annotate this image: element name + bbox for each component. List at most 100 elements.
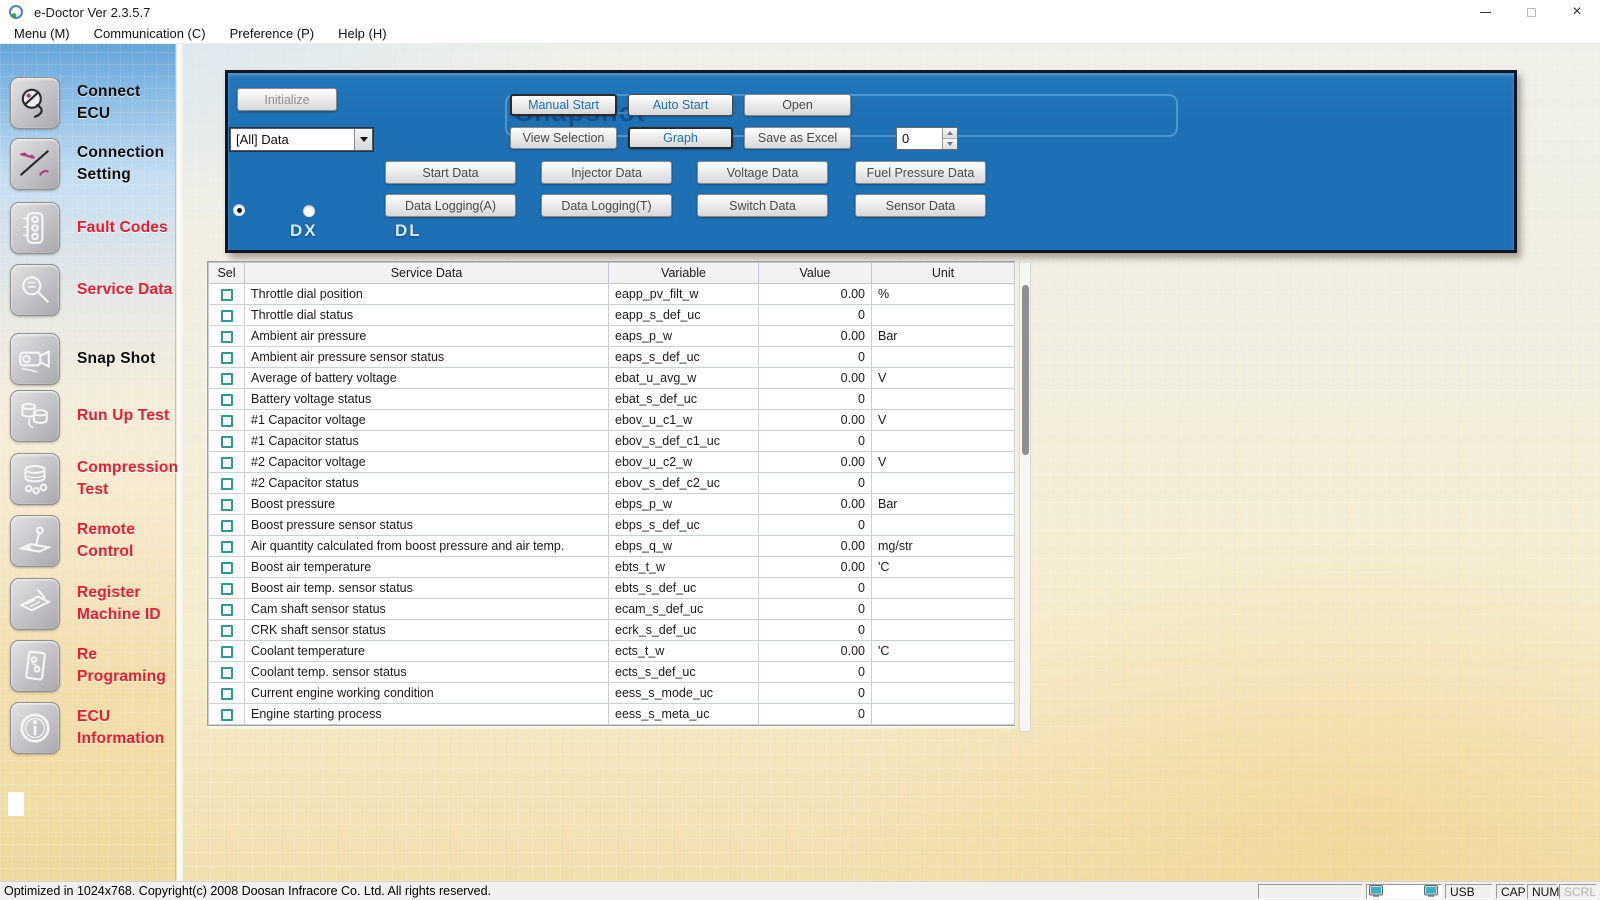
spinner-down-button[interactable] (943, 139, 957, 149)
variable-cell: eapp_pv_filt_w (609, 284, 759, 305)
sidebar-item-register-machine-id[interactable]: RegisterMachine ID (10, 577, 175, 631)
dl-radio-button[interactable] (303, 205, 315, 217)
row-select-checkbox[interactable] (221, 310, 233, 322)
menu-item-help[interactable]: Help (H) (326, 24, 398, 44)
sidebar-item-service-data[interactable]: Service Data (10, 263, 175, 317)
sidebar-item-fault-codes[interactable]: Fault Codes (10, 201, 175, 255)
window-controls: × (1462, 0, 1600, 24)
row-select-checkbox[interactable] (221, 352, 233, 364)
unit-cell: Bar (872, 326, 1015, 347)
auto-start-button[interactable]: Auto Start (628, 94, 733, 116)
data-select-combobox[interactable]: [All] Data (230, 128, 373, 151)
data-logging-a-button[interactable]: Data Logging(A) (385, 194, 516, 217)
graph-button[interactable]: Graph (628, 127, 733, 149)
table-row: Boost pressure sensor status ebps_s_def_… (209, 515, 1015, 536)
row-select-checkbox[interactable] (221, 373, 233, 385)
scrollbar-thumb[interactable] (1022, 285, 1029, 455)
variable-cell: ebov_s_def_c2_uc (609, 473, 759, 494)
close-button[interactable]: × (1554, 0, 1600, 24)
sidebar-item-ecu-information[interactable]: ECUInformation (10, 701, 175, 755)
row-select-checkbox[interactable] (221, 667, 233, 679)
service-data-name-cell: #2 Capacitor status (245, 473, 609, 494)
row-select-checkbox[interactable] (221, 583, 233, 595)
injector-data-button[interactable]: Injector Data (541, 161, 672, 184)
row-select-checkbox[interactable] (221, 541, 233, 553)
maximize-button[interactable] (1508, 0, 1554, 24)
ecu-information-icon[interactable] (10, 702, 60, 754)
unit-cell (872, 515, 1015, 536)
service-data-name-cell: #1 Capacitor status (245, 431, 609, 452)
combo-dropdown-button[interactable] (354, 129, 372, 150)
workspace: ConnectECU ConnectionSetting Fault Codes… (0, 44, 1600, 881)
menu-item-menu[interactable]: Menu (M) (2, 24, 82, 44)
row-select-checkbox[interactable] (221, 415, 233, 427)
sidebar-item-remote-control[interactable]: RemoteControl (10, 514, 175, 568)
menu-item-preference[interactable]: Preference (P) (218, 24, 327, 44)
connect-ecu-icon[interactable] (10, 77, 60, 129)
sidebar-item-snap-shot[interactable]: Snap Shot (10, 332, 175, 386)
row-select-checkbox[interactable] (221, 394, 233, 406)
row-select-checkbox[interactable] (221, 499, 233, 511)
row-select-checkbox[interactable] (221, 478, 233, 490)
table-row: Battery voltage status ebat_s_def_uc 0 (209, 389, 1015, 410)
unit-cell: V (872, 452, 1015, 473)
table-row: Ambient air pressure sensor status eaps_… (209, 347, 1015, 368)
sidebar-item-connect-ecu[interactable]: ConnectECU (10, 76, 175, 130)
row-select-checkbox[interactable] (221, 289, 233, 301)
run-up-test-icon[interactable] (10, 390, 60, 442)
value-cell: 0.00 (759, 368, 872, 389)
service-data-icon[interactable] (10, 264, 60, 316)
row-select-checkbox[interactable] (221, 646, 233, 658)
connection-setting-icon[interactable] (10, 138, 60, 190)
menu-item-communication[interactable]: Communication (C) (82, 24, 218, 44)
sidebar-item-compression-test[interactable]: CompressionTest (10, 452, 175, 506)
sidebar-placeholder-square (8, 792, 24, 816)
row-select-checkbox[interactable] (221, 520, 233, 532)
unit-cell: 'C (872, 557, 1015, 578)
computer-icon (1369, 885, 1384, 898)
switch-data-button[interactable]: Switch Data (697, 194, 828, 217)
unit-cell (872, 599, 1015, 620)
variable-cell: ects_s_def_uc (609, 662, 759, 683)
row-select-checkbox[interactable] (221, 709, 233, 721)
variable-cell: eess_s_mode_uc (609, 683, 759, 704)
snapshot-panel: Snapshot Initialize [All] Data Manual St… (225, 70, 1517, 253)
data-logging-t-button[interactable]: Data Logging(T) (541, 194, 672, 217)
row-select-checkbox[interactable] (221, 604, 233, 616)
manual-start-button[interactable]: Manual Start (510, 94, 617, 116)
view-selection-button[interactable]: View Selection (510, 127, 617, 149)
row-select-checkbox[interactable] (221, 457, 233, 469)
save-as-excel-button[interactable]: Save as Excel (744, 127, 851, 149)
fault-codes-icon[interactable] (10, 202, 60, 254)
dx-radio-button[interactable] (233, 204, 245, 216)
row-select-checkbox[interactable] (221, 562, 233, 574)
initialize-button[interactable]: Initialize (237, 88, 337, 111)
row-select-checkbox[interactable] (221, 625, 233, 637)
value-cell: 0 (759, 662, 872, 683)
open-button[interactable]: Open (744, 94, 851, 116)
fuel-pressure-data-button[interactable]: Fuel Pressure Data (855, 161, 986, 184)
minimize-button[interactable] (1462, 0, 1508, 24)
voltage-data-button[interactable]: Voltage Data (697, 161, 828, 184)
row-select-checkbox[interactable] (221, 331, 233, 343)
sensor-data-button[interactable]: Sensor Data (855, 194, 986, 217)
snap-shot-icon[interactable] (10, 333, 60, 385)
snapshot-count-spinner[interactable]: 0 (896, 127, 958, 150)
re-programing-icon[interactable] (10, 640, 60, 692)
sidebar-item-connection-setting[interactable]: ConnectionSetting (10, 137, 175, 191)
sidebar-item-re-programing[interactable]: RePrograming (10, 639, 175, 693)
register-machine-id-icon[interactable] (10, 578, 60, 630)
value-cell: 0.00 (759, 641, 872, 662)
variable-cell: eess_s_meta_uc (609, 704, 759, 725)
compression-test-icon[interactable] (10, 453, 60, 505)
table-scrollbar[interactable] (1019, 262, 1031, 732)
remote-control-icon[interactable] (10, 515, 60, 567)
status-text: Optimized in 1024x768. Copyright(c) 2008… (4, 884, 491, 898)
sidebar-item-run-up-test[interactable]: Run Up Test (10, 389, 175, 443)
row-select-checkbox[interactable] (221, 436, 233, 448)
start-data-button[interactable]: Start Data (385, 161, 516, 184)
row-select-checkbox[interactable] (221, 688, 233, 700)
unit-cell (872, 305, 1015, 326)
spinner-up-button[interactable] (943, 128, 957, 139)
service-data-name-cell: Battery voltage status (245, 389, 609, 410)
